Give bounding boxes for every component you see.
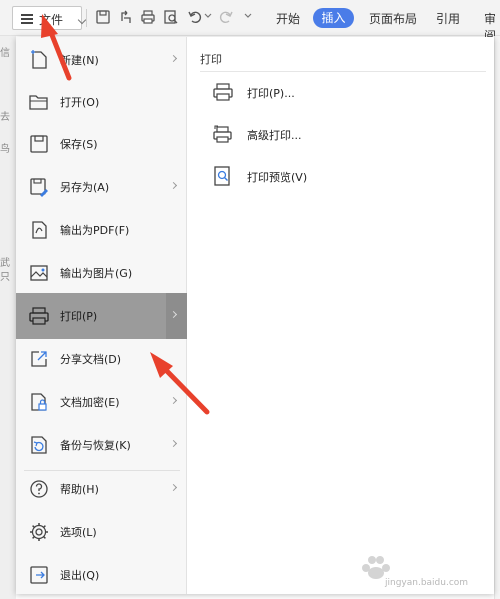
menu-item-save[interactable]: 保存(S): [16, 121, 187, 167]
help-icon: [30, 480, 48, 498]
menu-item-encrypt[interactable]: 文档加密(E): [16, 379, 187, 425]
share-icon: [31, 351, 47, 367]
advanced-print-icon: [213, 125, 232, 143]
watermark-text: jingyan.baidu.com: [385, 578, 469, 588]
submenu-item-label: 打印(P)...: [247, 87, 295, 100]
save-as-icon: [30, 178, 48, 197]
submenu-item-print[interactable]: 打印(P)...: [206, 74, 466, 110]
file-menu-label: 文件: [39, 13, 64, 27]
submenu-item-print-preview[interactable]: 打印预览(V): [206, 158, 466, 194]
menu-item-label: 备份与恢复(K): [60, 439, 131, 452]
menu-item-options[interactable]: 选项(L): [16, 509, 187, 555]
chevron-down-icon: [77, 15, 87, 25]
menu-item-label: 文档加密(E): [60, 396, 120, 409]
tab-page-layout[interactable]: 页面布局: [369, 10, 417, 27]
menu-item-export-pdf[interactable]: 输出为PDF(F): [16, 207, 187, 253]
document-text-fragment: 鸟: [0, 144, 10, 155]
menu-item-label: 帮助(H): [60, 483, 99, 496]
menu-item-share[interactable]: 分享文档(D): [16, 336, 187, 382]
menu-item-label: 输出为图片(G): [60, 267, 133, 280]
printer-icon: [29, 307, 49, 325]
document-background: 信 去 鸟 武 只: [0, 36, 16, 599]
menu-item-open[interactable]: 打开(O): [16, 79, 187, 125]
print-preview-icon: [214, 166, 230, 186]
document-right-edge: [494, 36, 500, 599]
tab-references[interactable]: 引用: [436, 10, 460, 27]
document-text-fragment: 信: [0, 48, 10, 59]
undo-dropdown-icon[interactable]: [204, 12, 212, 20]
top-toolbar: 文件 开始 插入 页面布局 引用 审阅: [0, 0, 500, 43]
hamburger-icon: [21, 14, 33, 24]
menu-item-label: 保存(S): [60, 138, 98, 151]
menu-item-label: 选项(L): [60, 526, 97, 539]
save-icon: [30, 135, 48, 153]
menu-item-label: 打开(O): [60, 96, 100, 109]
print-icon[interactable]: [140, 9, 156, 25]
chevron-right-icon: [169, 439, 178, 448]
menu-item-label: 退出(Q): [60, 569, 100, 582]
submenu-item-label: 高级打印...: [247, 129, 302, 142]
toolbar-divider: [86, 9, 87, 27]
menu-item-label: 新建(N): [60, 54, 99, 67]
document-text-fragment: 武: [0, 258, 10, 269]
printer-icon: [213, 83, 233, 101]
menu-item-new[interactable]: 新建(N): [16, 37, 187, 83]
menu-item-backup[interactable]: 备份与恢复(K): [16, 422, 187, 468]
submenu-item-advanced-print[interactable]: 高级打印...: [206, 116, 466, 152]
menu-item-label: 分享文档(D): [60, 353, 122, 366]
exit-icon: [30, 566, 48, 584]
backup-icon: [31, 436, 47, 454]
menu-item-help[interactable]: 帮助(H): [16, 466, 187, 512]
export-pdf-icon: [32, 221, 47, 239]
redo-icon[interactable]: [218, 9, 234, 25]
save-icon[interactable]: [95, 9, 111, 25]
file-menu-panel: 新建(N) 打开(O) 保存(S) 另存为(A) 输出为PDF(F) 输出为图片…: [16, 37, 494, 594]
chevron-right-icon: [169, 181, 178, 190]
chevron-right-icon: [169, 54, 178, 63]
export-image-icon: [30, 265, 48, 281]
folder-open-icon: [29, 95, 48, 110]
tab-home[interactable]: 开始: [276, 10, 300, 27]
menu-item-save-as[interactable]: 另存为(A): [16, 164, 187, 210]
menu-item-label: 另存为(A): [60, 181, 110, 194]
submenu-title: 打印: [200, 53, 222, 66]
print-preview-icon[interactable]: [163, 9, 179, 25]
file-menu-button[interactable]: 文件: [12, 6, 87, 30]
file-menu-list: 新建(N) 打开(O) 保存(S) 另存为(A) 输出为PDF(F) 输出为图片…: [16, 37, 187, 594]
new-file-icon: [31, 50, 47, 69]
settings-gear-icon: [30, 523, 48, 541]
share-link-icon[interactable]: [118, 9, 134, 25]
document-text-fragment: 只: [0, 272, 10, 283]
chevron-right-icon: [169, 483, 178, 492]
tab-insert[interactable]: 插入: [313, 8, 354, 28]
chevron-right-icon: [169, 396, 178, 405]
submenu-divider: [200, 71, 486, 72]
quick-access-dropdown-icon[interactable]: [244, 12, 252, 20]
menu-item-export-image[interactable]: 输出为图片(G): [16, 250, 187, 296]
encrypt-icon: [31, 393, 47, 411]
menu-item-label: 输出为PDF(F): [60, 224, 130, 237]
submenu-indicator: [166, 293, 187, 339]
menu-item-exit[interactable]: 退出(Q): [16, 552, 187, 598]
submenu-item-label: 打印预览(V): [247, 171, 308, 184]
menu-item-print[interactable]: 打印(P): [16, 293, 187, 339]
document-text-fragment: 去: [0, 112, 10, 123]
undo-icon[interactable]: [187, 9, 203, 25]
menu-item-label: 打印(P): [60, 310, 98, 323]
